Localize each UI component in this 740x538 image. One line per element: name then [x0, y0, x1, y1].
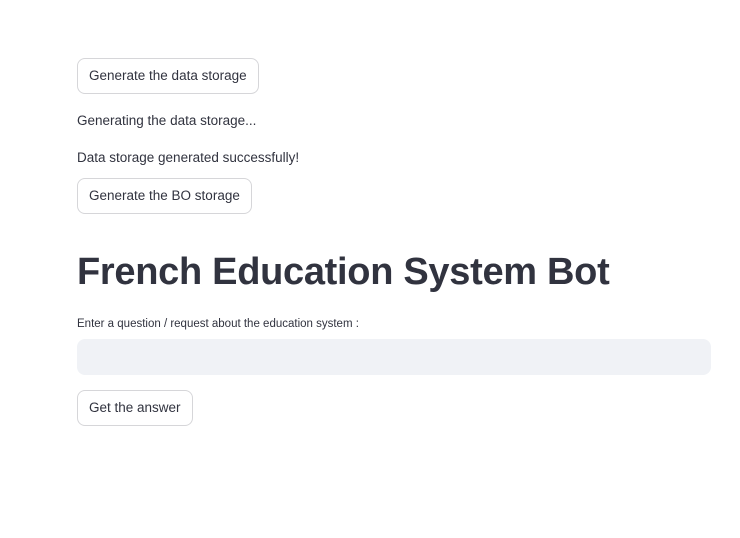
success-status-text: Data storage generated successfully!	[77, 150, 300, 165]
get-answer-button[interactable]: Get the answer	[77, 390, 193, 426]
question-input[interactable]	[77, 339, 711, 375]
generate-bo-storage-button[interactable]: Generate the BO storage	[77, 178, 252, 214]
question-input-label: Enter a question / request about the edu…	[77, 318, 359, 330]
generate-bo-block: Generate the BO storage	[77, 167, 711, 214]
page-title: French Education System Bot	[77, 251, 610, 293]
generate-data-storage-button[interactable]: Generate the data storage	[77, 58, 259, 94]
get-answer-block: Get the answer	[77, 375, 711, 426]
main-content: Generate the data storage Generating the…	[77, 58, 711, 426]
generating-status-text: Generating the data storage...	[77, 113, 257, 128]
generate-data-block: Generate the data storage	[77, 58, 711, 94]
